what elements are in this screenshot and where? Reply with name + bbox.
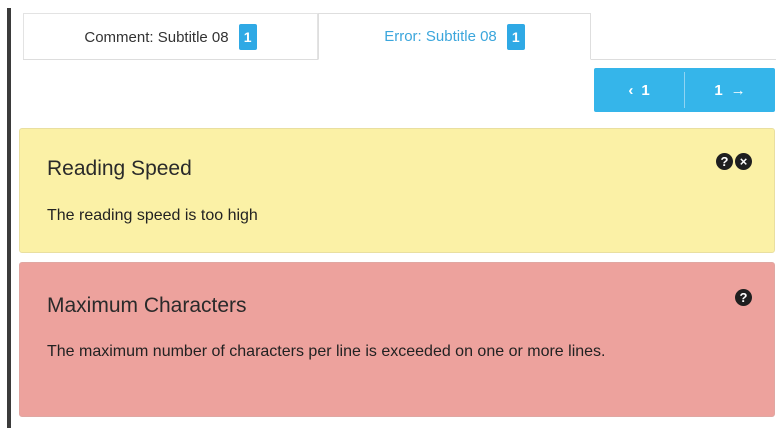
issue-title: Reading Speed bbox=[47, 157, 192, 180]
tab-error-count-badge: 1 bbox=[506, 23, 525, 50]
issue-card-maximum-characters: Maximum Characters The maximum number of… bbox=[19, 262, 775, 417]
issue-title: Maximum Characters bbox=[47, 294, 247, 317]
next-value: 1 bbox=[714, 81, 723, 99]
issue-card-reading-speed: Reading Speed The reading speed is too h… bbox=[19, 128, 775, 253]
issue-description: The maximum number of characters per lin… bbox=[47, 343, 606, 360]
question-circle-icon[interactable]: ? bbox=[735, 289, 752, 306]
close-circle-icon[interactable]: × bbox=[735, 153, 752, 170]
tab-bar: Comment: Subtitle 08 1 Error: Subtitle 0… bbox=[23, 13, 776, 60]
issue-actions: ? × bbox=[716, 153, 752, 170]
issue-description: The reading speed is too high bbox=[47, 207, 258, 224]
tab-comment-label: Comment: Subtitle 08 bbox=[84, 28, 229, 46]
left-rail bbox=[7, 8, 11, 428]
issue-actions: ? bbox=[735, 289, 752, 306]
question-circle-icon[interactable]: ? bbox=[716, 153, 733, 170]
next-button[interactable]: 1 → bbox=[685, 68, 775, 112]
tab-error[interactable]: Error: Subtitle 08 1 bbox=[318, 13, 591, 60]
previous-button[interactable]: ‹ 1 bbox=[594, 68, 684, 112]
tab-comment-count-badge: 1 bbox=[238, 24, 257, 50]
tab-error-label: Error: Subtitle 08 bbox=[384, 28, 497, 45]
tab-comment[interactable]: Comment: Subtitle 08 1 bbox=[23, 13, 318, 60]
pager: ‹ 1 1 → bbox=[594, 68, 775, 112]
arrow-right-icon: → bbox=[730, 81, 746, 99]
chevron-left-icon: ‹ bbox=[628, 81, 634, 99]
previous-value: 1 bbox=[641, 81, 650, 99]
